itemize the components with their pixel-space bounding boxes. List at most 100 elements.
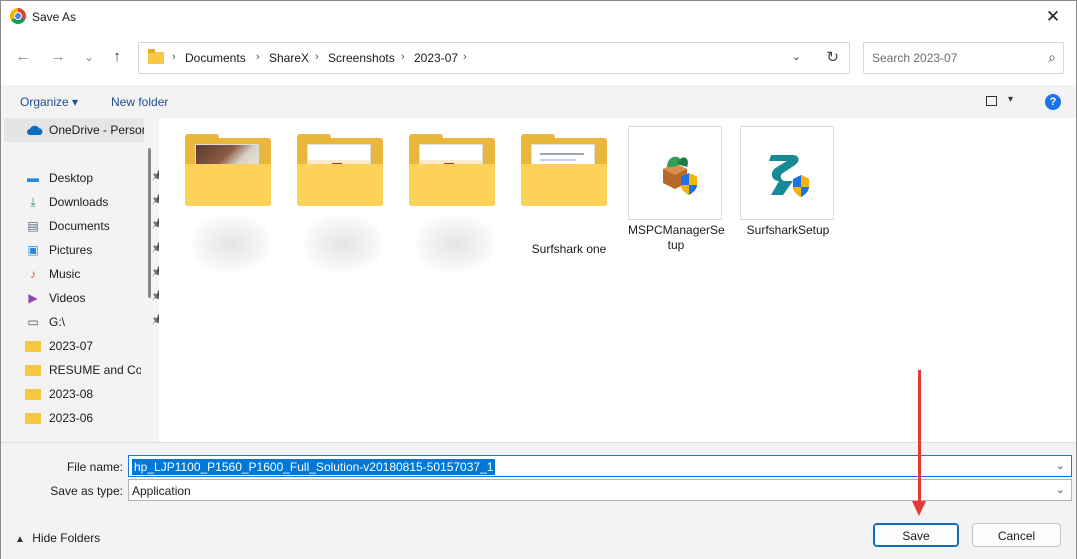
drive-icon: ▭ [27, 315, 39, 329]
search-box[interactable]: Search 2023-07 ⌕ [863, 42, 1064, 74]
save-as-type-label: Save as type: [50, 484, 123, 498]
sidebar-item-2023-06[interactable]: 2023-06 [25, 408, 145, 428]
save-as-type-value[interactable]: Application [132, 484, 191, 498]
music-icon: ♪ [30, 267, 36, 281]
chevron-up-icon: ▲ [15, 534, 25, 545]
file-name-input[interactable]: hp_LJP1100_P1560_P1600_Full_Solution-v20… [128, 455, 1072, 477]
chevron-right-icon[interactable]: › [172, 51, 176, 63]
folder-icon [409, 134, 495, 206]
refresh-icon[interactable]: ↻ [826, 48, 839, 66]
file-item[interactable]: SurfsharkSetup [740, 126, 836, 256]
breadcrumb-2023-07[interactable]: 2023-07 [414, 51, 458, 65]
sidebar-item-label: Videos [49, 291, 86, 305]
close-icon[interactable]: ✕ [1030, 1, 1076, 33]
title-bar: Save As ✕ [1, 1, 1076, 33]
cancel-button[interactable]: Cancel [972, 523, 1061, 547]
file-item[interactable] [185, 134, 281, 272]
sidebar-item-resume-and-cov[interactable]: RESUME and Cov [25, 360, 145, 380]
save-as-type-select[interactable]: Application ⌄ [128, 479, 1072, 501]
file-name: Surfshark one [531, 242, 607, 256]
chrome-icon [10, 8, 26, 24]
breadcrumb-screenshots[interactable]: Screenshots [328, 51, 395, 65]
chevron-down-icon[interactable]: ⌄ [792, 50, 801, 63]
sidebar-item-desktop[interactable]: ▬ Desktop 📌 [25, 168, 163, 188]
file-name-value[interactable]: hp_LJP1100_P1560_P1600_Full_Solution-v20… [132, 459, 496, 475]
chevron-down-icon[interactable]: ⌄ [1056, 459, 1065, 472]
back-arrow-icon[interactable]: ← [13, 47, 33, 67]
videos-icon: ▶ [28, 291, 38, 305]
sidebar-item-2023-08[interactable]: 2023-08 [25, 384, 145, 404]
file-list-pane[interactable]: Surfshark one MSPCManagerSe tup Surfshar… [159, 118, 1076, 442]
new-folder-button[interactable]: New folder [111, 95, 168, 109]
folder-icon [25, 365, 41, 376]
chevron-right-icon[interactable]: › [401, 51, 405, 63]
search-icon[interactable]: ⌕ [1048, 49, 1056, 66]
surfshark-icon [740, 126, 834, 220]
cloud-icon [27, 125, 43, 135]
file-item[interactable] [409, 134, 505, 272]
sidebar-item-label: 2023-08 [49, 387, 94, 401]
organize-button[interactable]: Organize ▾ [20, 95, 78, 109]
sidebar-item-label: Downloads [49, 195, 109, 209]
sidebar-item-label: Music [49, 267, 81, 281]
recent-locations-icon[interactable]: ⌄ [79, 47, 99, 67]
help-icon[interactable]: ? [1045, 94, 1061, 110]
view-dropdown-icon[interactable]: ▾ [1008, 94, 1013, 105]
sidebar-item-label: 2023-06 [49, 411, 94, 425]
sidebar-item-label: OneDrive - Person [49, 123, 144, 137]
sidebar-item-onedrive[interactable]: OneDrive - Person [4, 118, 144, 142]
dialog-title: Save As [32, 10, 77, 24]
pictures-icon: ▣ [27, 243, 39, 257]
save-button[interactable]: Save [873, 523, 959, 547]
breadcrumb-sharex[interactable]: ShareX [269, 51, 309, 65]
navigation-bar: ← → ⌄ ↑ › Documents › ShareX › Screensho… [1, 33, 1076, 85]
up-arrow-icon[interactable]: ↑ [107, 47, 127, 67]
sidebar-item-pictures[interactable]: ▣ Pictures 📌 [25, 240, 163, 260]
folder-icon [521, 134, 607, 206]
sidebar-item-2023-07[interactable]: 2023-07 [25, 336, 145, 356]
installer-icon [628, 126, 722, 220]
sidebar-item-downloads[interactable]: ⤓ Downloads 📌 [25, 192, 163, 212]
annotation-arrowhead [912, 501, 926, 516]
folder-icon [25, 389, 41, 400]
sidebar-scrollbar[interactable] [148, 148, 151, 298]
annotation-arrow [918, 370, 921, 510]
document-icon: ▤ [27, 219, 39, 233]
save-as-dialog: Save As ✕ ← → ⌄ ↑ › Documents › ShareX ›… [0, 0, 1077, 559]
chevron-right-icon[interactable]: › [256, 51, 260, 63]
chevron-right-icon[interactable]: › [463, 51, 467, 63]
sidebar-item-g[interactable]: ▭ G:\ 📌 [25, 312, 163, 332]
sidebar-item-label: Pictures [49, 243, 93, 257]
file-name: SurfsharkSetup [746, 223, 830, 237]
folder-icon [25, 341, 41, 352]
file-name-label: File name: [66, 460, 123, 474]
folder-icon [25, 413, 41, 424]
sidebar-item-videos[interactable]: ▶ Videos 📌 [25, 288, 163, 308]
chevron-down-icon[interactable]: ⌄ [1056, 483, 1065, 496]
hide-folders-button[interactable]: ▲ Hide Folders [15, 531, 100, 545]
sidebar-item-label: Desktop [49, 171, 94, 185]
command-bar: Organize ▾ New folder ▾ ? [1, 85, 1076, 118]
folder-icon [148, 49, 164, 64]
file-item[interactable] [297, 134, 393, 272]
sidebar-item-documents[interactable]: ▤ Documents 📌 [25, 216, 163, 236]
address-bar[interactable]: › Documents › ShareX › Screenshots › 202… [138, 42, 850, 74]
file-name: MSPCManagerSe tup [628, 223, 725, 252]
file-item[interactable]: Surfshark one [521, 134, 617, 263]
view-options-icon[interactable] [986, 96, 997, 106]
hide-folders-label: Hide Folders [32, 531, 101, 545]
chevron-right-icon[interactable]: › [315, 51, 319, 63]
download-icon: ⤓ [30, 195, 36, 209]
search-placeholder[interactable]: Search 2023-07 [872, 51, 957, 65]
sidebar-item-label: RESUME and Cov [49, 363, 141, 377]
sidebar-item-label: 2023-07 [49, 339, 94, 353]
sidebar-item-label: G:\ [49, 315, 66, 329]
folder-icon [297, 134, 383, 206]
forward-arrow-icon[interactable]: → [48, 47, 68, 67]
sidebar-item-label: Documents [49, 219, 110, 233]
file-item[interactable]: MSPCManagerSe tup [628, 126, 725, 256]
sidebar-item-music[interactable]: ♪ Music 📌 [25, 264, 163, 284]
folder-icon [185, 134, 271, 206]
breadcrumb-documents[interactable]: Documents [185, 51, 246, 65]
navigation-pane: OneDrive - Person ▬ Desktop 📌 ⤓ Downloads 📌 ▤ D… [1, 118, 163, 442]
